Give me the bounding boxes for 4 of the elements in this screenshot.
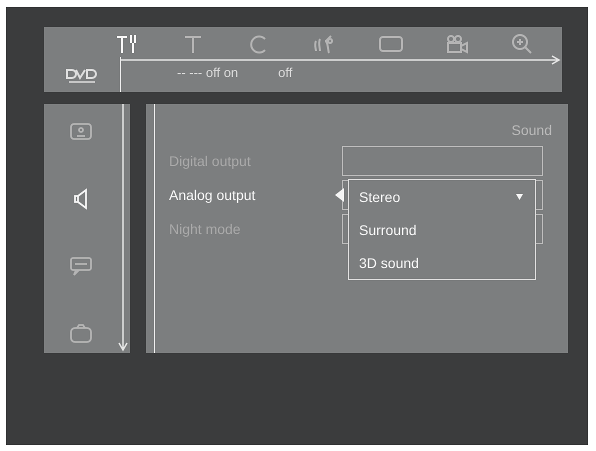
status-text: -- --- off on: [177, 65, 238, 80]
setting-label: Analog output: [169, 187, 256, 203]
status-text: off: [278, 65, 292, 80]
panel-title: Sound: [510, 122, 552, 140]
